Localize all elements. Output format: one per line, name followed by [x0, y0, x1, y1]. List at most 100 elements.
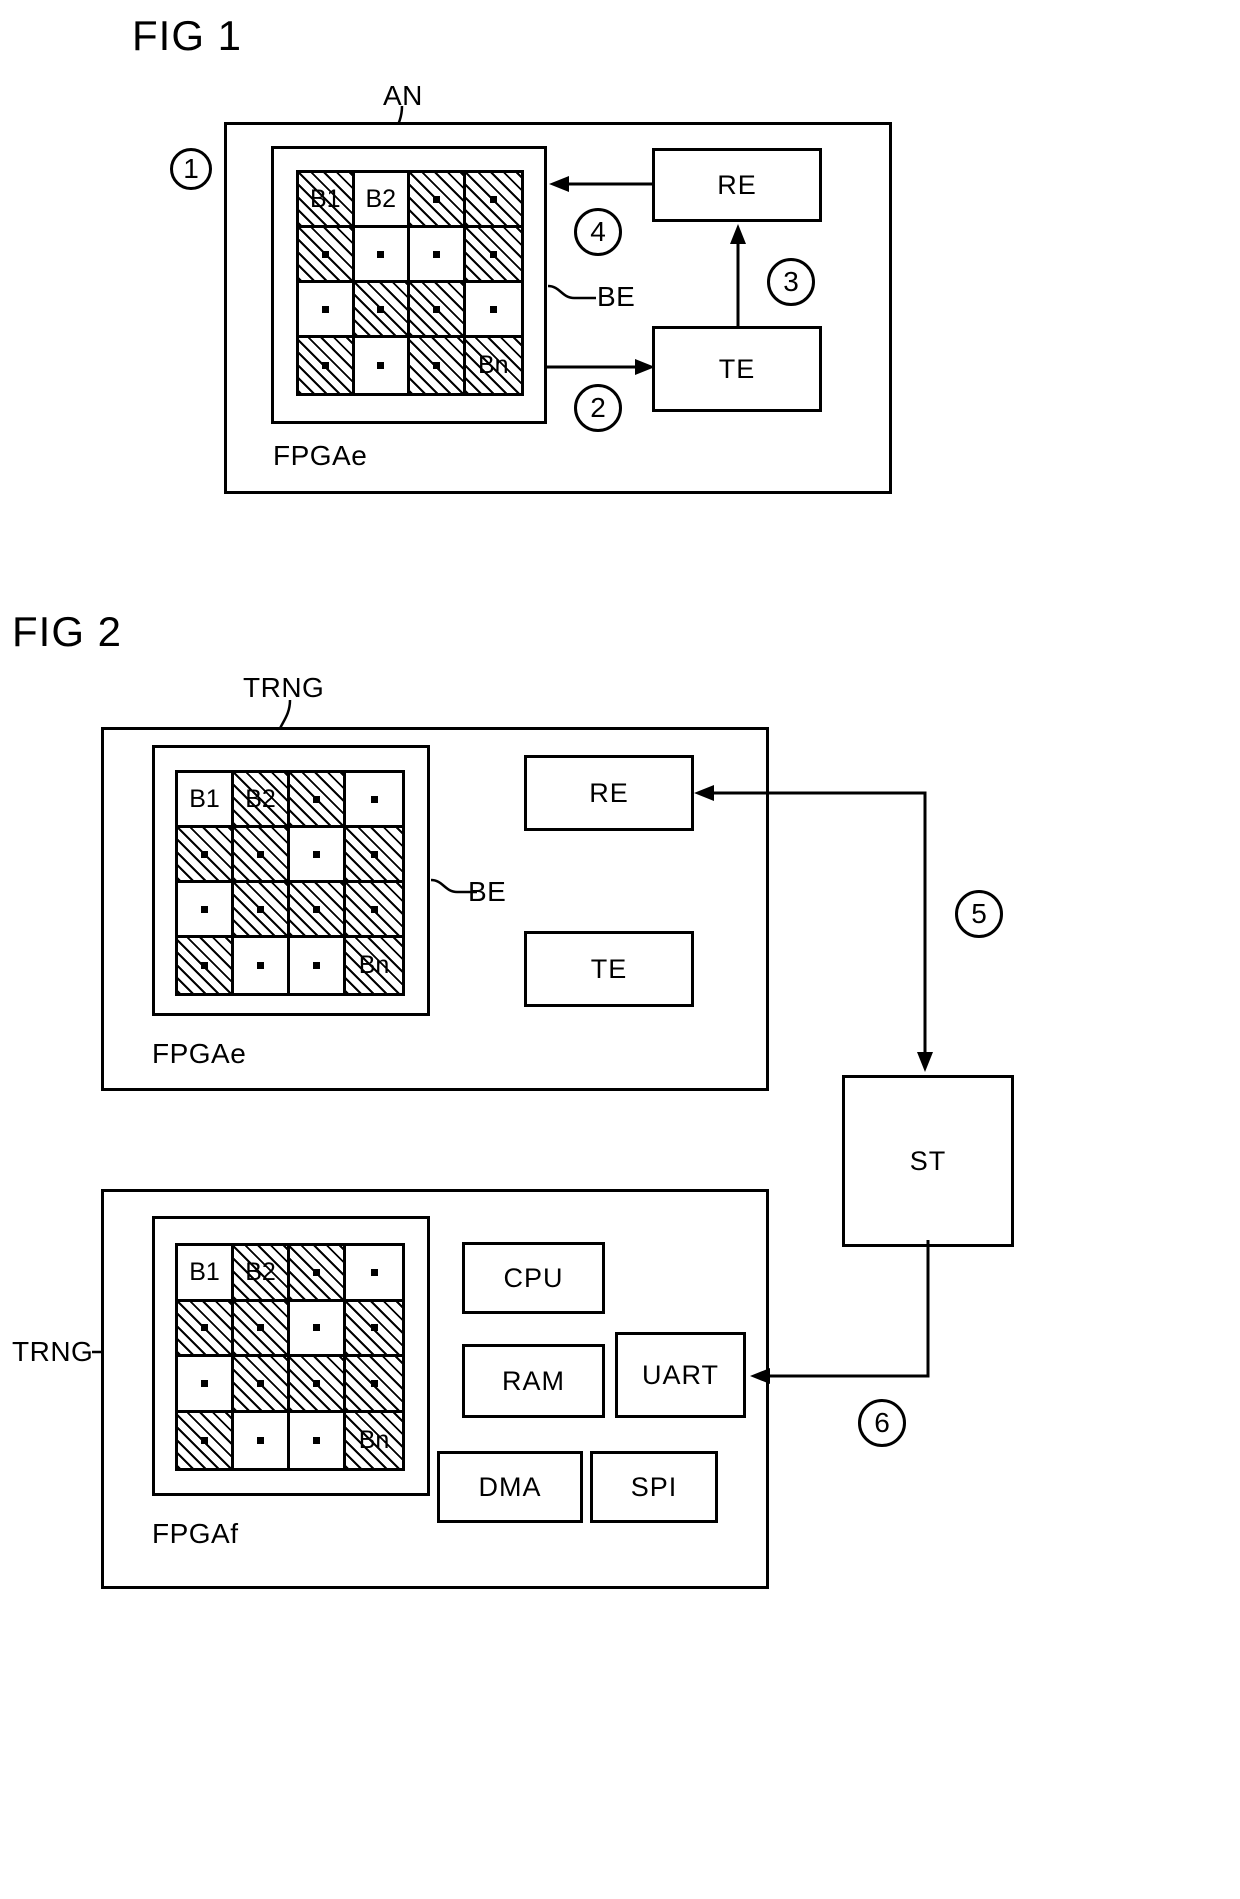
block-cell-dot-icon: [377, 362, 385, 369]
block-cell-r1c2: B2: [234, 1246, 290, 1302]
fig2-uart-block: UART: [615, 1332, 746, 1418]
fig1-arrow-re-to-grid: [549, 176, 653, 192]
fig2-re-block: RE: [524, 755, 694, 831]
fig1-marker-3-label: 3: [783, 266, 799, 297]
block-cell-r4c2: [354, 338, 410, 393]
fig1-marker-1: 1: [170, 148, 212, 190]
fig1-marker-2-label: 2: [590, 392, 606, 423]
block-cell-r1c4: [465, 173, 521, 228]
block-cell-r3c1: [178, 883, 234, 938]
fig1-marker-1-label: 1: [183, 153, 199, 184]
block-cell-r1c2: B2: [354, 173, 410, 228]
block-cell-r4c2: [234, 938, 290, 993]
fig1-marker-4: 4: [574, 208, 622, 256]
block-cell-r1c1: B1: [299, 173, 355, 228]
block-cell-r3c3: [290, 1357, 346, 1413]
block-cell-dot-icon: [313, 1379, 320, 1387]
block-cell-dot-icon: [257, 1379, 264, 1387]
fig1-marker-4-label: 4: [590, 216, 606, 247]
block-cell-r2c4: [346, 1301, 402, 1357]
fig1-re-block: RE: [652, 148, 822, 222]
block-cell-dot-icon: [201, 1379, 208, 1387]
block-cell-r2c4: [346, 828, 402, 883]
fig1-re-label: RE: [717, 169, 757, 200]
block-cell-r4c2: [234, 1412, 290, 1468]
fig2-st-block: ST: [842, 1075, 1014, 1247]
block-cell-r3c4: [346, 1357, 402, 1413]
block-cell-r4c3: [410, 338, 466, 393]
block-cell-r1c4: [346, 1246, 402, 1302]
block-cell-r4c1: [178, 938, 234, 993]
block-cell-dot-icon: [321, 305, 329, 313]
block-cell-r1c3: [290, 1246, 346, 1302]
fig2-trng-label-bottom: TRNG: [12, 1336, 94, 1367]
block-cell-r3c4: [346, 883, 402, 938]
block-cell-dot-icon: [432, 362, 440, 369]
block-cell-dot-icon: [257, 1324, 264, 1332]
fig2-marker-5: 5: [955, 890, 1003, 938]
block-cell-r2c2: [354, 228, 410, 283]
block-cell-dot-icon: [489, 195, 497, 203]
block-cell-label: B1: [189, 784, 220, 813]
block-cell-dot-icon: [313, 795, 320, 803]
block-cell-r1c1: B1: [178, 1246, 234, 1302]
fig2-marker-6-label: 6: [874, 1407, 890, 1438]
fig2-marker-6: 6: [858, 1399, 906, 1447]
block-cell-r3c2: [234, 883, 290, 938]
block-cell-dot-icon: [489, 250, 497, 258]
block-cell-r3c1: [299, 283, 355, 338]
block-cell-label: B2: [365, 184, 397, 213]
fig2-te-block: TE: [524, 931, 694, 1007]
fig2-st-label: ST: [909, 1145, 947, 1176]
block-cell-r2c1: [178, 1301, 234, 1357]
fig1-te-label: TE: [718, 353, 756, 384]
fig2-spi-block: SPI: [590, 1451, 718, 1523]
block-cell-dot-icon: [321, 362, 329, 369]
block-cell-dot-icon: [257, 962, 264, 969]
block-cell-dot-icon: [313, 1268, 320, 1276]
block-cell-r4c3: [290, 1412, 346, 1468]
block-cell-r3c3: [410, 283, 466, 338]
fig1-arrow-grid-to-te: [547, 359, 655, 375]
block-cell-label: Bn: [477, 351, 509, 379]
block-cell-r4c3: [290, 938, 346, 993]
block-cell-r2c2: [234, 1301, 290, 1357]
fig1-marker-2: 2: [574, 384, 622, 432]
fig2-re-label: RE: [589, 777, 629, 808]
block-cell-r2c2: [234, 828, 290, 883]
block-cell-dot-icon: [257, 850, 264, 858]
fig1-marker-3: 3: [767, 258, 815, 306]
block-cell-dot-icon: [370, 1268, 378, 1276]
fig1-block-grid: B1 B2 Bn: [296, 170, 524, 396]
block-cell-r1c1: B1: [178, 773, 234, 828]
block-cell-r2c4: [465, 228, 521, 283]
block-cell-r2c3: [290, 828, 346, 883]
block-cell-r4c4: Bn: [346, 1412, 402, 1468]
fig1-be-leader-line: [547, 284, 596, 300]
block-cell-dot-icon: [370, 795, 378, 803]
block-cell-label: Bn: [358, 951, 390, 979]
block-cell-label: Bn: [358, 1425, 390, 1454]
block-cell-r1c2: B2: [234, 773, 290, 828]
block-cell-dot-icon: [201, 905, 208, 913]
fig2-marker-5-label: 5: [971, 898, 987, 929]
fig2-lower-block-grid: B1 B2 Bn: [175, 1243, 405, 1471]
fig2-ram-label: RAM: [502, 1365, 565, 1396]
block-cell-r2c3: [290, 1301, 346, 1357]
fig1-be-label: BE: [597, 281, 636, 312]
block-cell-r2c1: [178, 828, 234, 883]
fig2-cpu-label: CPU: [503, 1262, 564, 1293]
block-cell-dot-icon: [370, 850, 378, 858]
block-cell-r1c3: [290, 773, 346, 828]
block-cell-dot-icon: [313, 850, 320, 858]
block-cell-r4c4: Bn: [346, 938, 402, 993]
fig1-arrow-te-to-re: [730, 224, 746, 326]
fig1-fpgae-label: FPGAe: [273, 440, 368, 471]
block-cell-dot-icon: [321, 250, 329, 258]
block-cell-r3c1: [178, 1357, 234, 1413]
block-cell-label: B1: [309, 184, 341, 213]
block-cell-dot-icon: [377, 305, 385, 313]
fig2-arrow-st-to-uart: [750, 1240, 930, 1384]
block-cell-r3c4: [465, 283, 521, 338]
block-cell-dot-icon: [370, 1379, 378, 1387]
